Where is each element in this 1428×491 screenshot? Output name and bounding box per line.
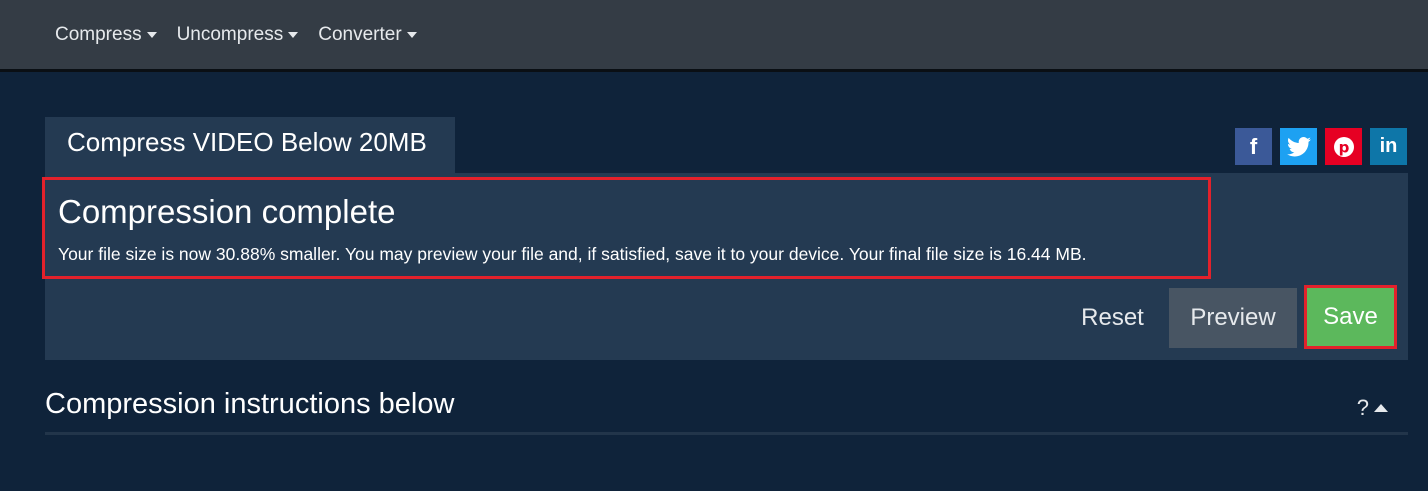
instructions-section: Compression instructions below ? [45,383,1408,435]
caret-down-icon [146,31,157,38]
caret-down-icon [406,31,417,38]
svg-text:p: p [1338,138,1349,156]
nav-compress-label: Compress [55,23,142,45]
pinterest-icon[interactable]: p [1325,128,1362,165]
save-button[interactable]: Save [1307,288,1394,346]
top-navbar: Compress Uncompress Converter [0,0,1428,72]
nav-compress-dropdown[interactable]: Compress [55,24,157,46]
result-heading: Compression complete [58,193,396,230]
instructions-toggle[interactable]: ? [1357,395,1388,421]
help-label: ? [1356,395,1369,420]
caret-up-icon [1374,404,1388,412]
nav-uncompress-label: Uncompress [176,23,284,45]
instructions-heading: Compression instructions below [45,388,455,420]
linkedin-icon[interactable]: in [1370,128,1407,165]
social-share-buttons: f p in [1227,128,1407,165]
tab-compress-video[interactable]: Compress VIDEO Below 20MB [45,117,455,173]
compression-result-box: Compression complete Your file size is n… [42,177,1211,279]
preview-button[interactable]: Preview [1169,288,1297,348]
reset-button[interactable]: Reset [1060,288,1165,348]
nav-converter-dropdown[interactable]: Converter [318,23,417,46]
twitter-icon[interactable] [1280,128,1317,165]
result-message: Your file size is now 30.88% smaller. Yo… [58,244,1087,264]
caret-down-icon [288,31,299,38]
nav-uncompress-dropdown[interactable]: Uncompress [177,24,299,46]
facebook-icon[interactable]: f [1235,128,1272,165]
nav-converter-label: Converter [318,23,402,45]
